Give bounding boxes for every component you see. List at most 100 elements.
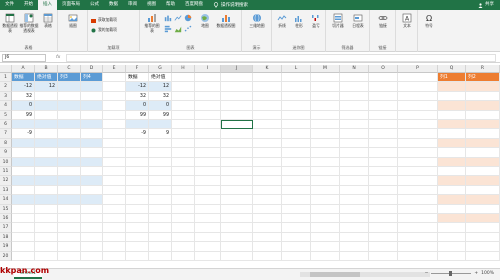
cell[interactable] <box>253 176 282 186</box>
cell[interactable] <box>126 251 149 261</box>
cell[interactable] <box>369 101 398 111</box>
cell[interactable] <box>149 204 172 214</box>
cell[interactable] <box>172 101 195 111</box>
cell[interactable] <box>149 167 172 177</box>
cell[interactable] <box>282 195 311 205</box>
row-header-11[interactable]: 11 <box>0 167 12 177</box>
column-header-q[interactable]: Q <box>438 65 466 73</box>
table1-cell[interactable] <box>58 120 81 130</box>
cell[interactable] <box>172 148 195 158</box>
tab-home[interactable]: 开始 <box>19 0 38 10</box>
text-button[interactable]: A 文本 <box>399 13 415 29</box>
cell[interactable] <box>282 101 311 111</box>
cell[interactable] <box>282 167 311 177</box>
cell[interactable] <box>438 242 466 252</box>
table3-cell[interactable] <box>466 195 500 205</box>
cell[interactable] <box>195 242 221 252</box>
table1-cell[interactable] <box>81 195 103 205</box>
table3-cell[interactable] <box>466 176 500 186</box>
cell[interactable] <box>466 242 500 252</box>
cell[interactable] <box>253 242 282 252</box>
cell[interactable] <box>58 251 81 261</box>
cell[interactable] <box>253 101 282 111</box>
cell[interactable] <box>340 251 369 261</box>
table1-cell[interactable] <box>81 91 103 102</box>
cell[interactable] <box>81 214 103 224</box>
cell[interactable] <box>103 232 126 243</box>
cell[interactable] <box>103 82 126 92</box>
cell[interactable] <box>103 223 126 233</box>
active-cell[interactable] <box>221 120 253 130</box>
cell[interactable] <box>398 110 438 120</box>
table1-cell[interactable] <box>81 82 103 92</box>
cell[interactable] <box>340 91 369 102</box>
cell[interactable] <box>172 195 195 205</box>
cell[interactable] <box>340 101 369 111</box>
cell[interactable] <box>369 185 398 196</box>
row-header-17[interactable]: 17 <box>0 223 12 233</box>
cell[interactable] <box>126 223 149 233</box>
table1-header-cell[interactable]: 绝对值 <box>35 73 58 83</box>
cell[interactable] <box>12 214 35 224</box>
cell[interactable] <box>58 223 81 233</box>
table1-cell[interactable]: 99 <box>12 110 35 120</box>
zoom-slider-knob[interactable] <box>449 271 453 276</box>
cell[interactable] <box>340 185 369 196</box>
table3-cell[interactable] <box>438 214 466 224</box>
table2-cell[interactable]: 9 <box>149 129 172 139</box>
cell[interactable] <box>466 232 500 243</box>
cell[interactable] <box>195 73 221 83</box>
cell[interactable] <box>172 232 195 243</box>
row-header-6[interactable]: 6 <box>0 120 12 130</box>
table1-cell[interactable] <box>35 101 58 111</box>
table1-cell[interactable]: 32 <box>12 91 35 102</box>
cell[interactable] <box>103 148 126 158</box>
cell[interactable] <box>126 157 149 167</box>
my-addins-button[interactable]: 我的加载项 <box>91 27 117 33</box>
cell[interactable] <box>282 176 311 186</box>
table1-cell[interactable] <box>58 91 81 102</box>
table3-cell[interactable] <box>466 214 500 224</box>
cell[interactable] <box>126 242 149 252</box>
cell[interactable] <box>195 110 221 120</box>
cell[interactable] <box>221 223 253 233</box>
cell[interactable] <box>398 251 438 261</box>
cell[interactable] <box>221 232 253 243</box>
cell[interactable] <box>340 176 369 186</box>
table1-cell[interactable] <box>12 176 35 186</box>
row-header-20[interactable]: 20 <box>0 251 12 261</box>
table1-cell[interactable] <box>12 167 35 177</box>
column-header-k[interactable]: K <box>253 65 282 73</box>
cell[interactable] <box>369 251 398 261</box>
cell[interactable] <box>103 214 126 224</box>
cell[interactable] <box>195 120 221 130</box>
table1-cell[interactable]: 12 <box>35 82 58 92</box>
cell[interactable] <box>126 176 149 186</box>
table3-cell[interactable] <box>466 91 500 102</box>
cell[interactable] <box>311 242 340 252</box>
cell[interactable] <box>311 214 340 224</box>
cell[interactable] <box>172 167 195 177</box>
cell[interactable] <box>340 148 369 158</box>
row-header-15[interactable]: 15 <box>0 204 12 214</box>
table2-header-cell[interactable]: 绝对值 <box>149 73 172 83</box>
table1-cell[interactable] <box>35 176 58 186</box>
horizontal-scrollbar[interactable] <box>300 272 430 277</box>
table2-cell[interactable]: 32 <box>149 91 172 102</box>
table1-cell[interactable] <box>58 167 81 177</box>
cell[interactable] <box>311 223 340 233</box>
cell[interactable] <box>369 148 398 158</box>
table1-cell[interactable] <box>35 195 58 205</box>
cell[interactable] <box>195 101 221 111</box>
cell[interactable] <box>35 242 58 252</box>
cell[interactable] <box>103 120 126 130</box>
area-chart-icon[interactable] <box>174 25 182 33</box>
cell[interactable] <box>195 138 221 149</box>
cell[interactable] <box>398 232 438 243</box>
cell[interactable] <box>221 82 253 92</box>
table3-cell[interactable] <box>466 167 500 177</box>
cell[interactable] <box>149 223 172 233</box>
row-header-14[interactable]: 14 <box>0 195 12 205</box>
cell[interactable] <box>172 73 195 83</box>
cell[interactable] <box>398 214 438 224</box>
